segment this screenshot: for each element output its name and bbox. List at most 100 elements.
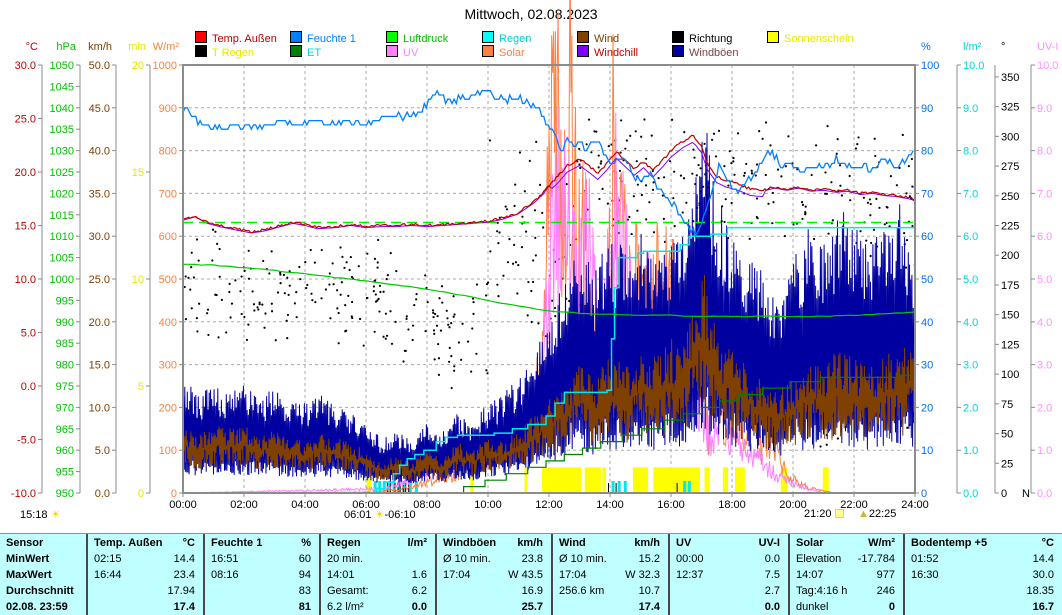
series-richtung-dot (314, 261, 316, 263)
series-richtung-dot (284, 292, 286, 294)
stat-label: 16:30 (911, 567, 939, 583)
axis-unit-temp: °C (26, 41, 38, 53)
series-richtung-dot (391, 343, 393, 345)
series-richtung-dot (767, 203, 769, 205)
axis-tick-label-min: 0 (138, 488, 144, 500)
series-richtung-dot (437, 343, 439, 345)
stat-row: Ø 10 min.15.2 (553, 551, 668, 567)
axis-tick-label-hpa: 1030 (50, 146, 74, 158)
series-richtung-dot (626, 139, 628, 141)
series-richtung-dot (906, 427, 908, 429)
series-richtung-dot (673, 171, 675, 173)
series-richtung-dot (471, 327, 473, 329)
series-richtung-dot (248, 278, 250, 280)
series-richtung-dot (211, 259, 213, 261)
series-richtung-dot (756, 197, 758, 199)
series-richtung-dot (784, 235, 786, 237)
stat-value: 94 (299, 567, 311, 583)
series-richtung-dot (472, 301, 474, 303)
stat-label: MaxWert (6, 567, 52, 583)
series-richtung-dot (438, 357, 440, 359)
stat-value: km/h (634, 534, 660, 551)
axis-tick-label-kmh: 50.0 (89, 60, 110, 72)
series-richtung-dot (485, 369, 487, 371)
axis-tick-label-lm2: 0.0 (963, 488, 978, 500)
series-richtung-dot (198, 303, 200, 305)
stat-label: 20 min. (327, 551, 363, 567)
axis-tick-label-pct: 20 (921, 402, 933, 414)
axis-tick-label-min: 5 (138, 381, 144, 393)
series-richtung-dot (472, 313, 474, 315)
series-sonnenschein (525, 467, 527, 493)
stat-value: 18.35 (1026, 583, 1054, 599)
series-richtung-dot (636, 210, 638, 212)
sunshine-end-icon (835, 509, 844, 518)
series-richtung-dot (519, 151, 521, 153)
series-sonnenschein (585, 467, 601, 493)
series-richtung-dot (402, 360, 404, 362)
stat-row: Sensor (0, 534, 86, 551)
series-richtung-dot (652, 170, 654, 172)
series-richtung-dot (347, 295, 349, 297)
axis-tick-label-wm2: 1000 (153, 60, 177, 72)
series-richtung-dot (643, 118, 645, 120)
axis-tick-label-kmh: 0.0 (95, 488, 110, 500)
series-richtung-dot (196, 330, 198, 332)
stat-value: 17.4 (174, 599, 195, 615)
axis-tick-label-deg: 250 (1001, 191, 1019, 203)
series-richtung-dot (320, 297, 322, 299)
series-richtung-dot (506, 208, 508, 210)
series-richtung-dot (448, 361, 450, 363)
series-richtung-dot (531, 321, 533, 323)
series-richtung-dot (839, 185, 841, 187)
series-richtung-dot (253, 309, 255, 311)
series-richtung-dot (486, 372, 488, 374)
stat-row: Gesamt:6.2 (321, 583, 435, 599)
series-richtung-dot (521, 216, 523, 218)
series-richtung-dot (515, 261, 517, 263)
series-richtung-dot (314, 301, 316, 303)
time-tick-label: 00:00 (169, 499, 197, 511)
axis-tick-label-wm2: 300 (159, 360, 177, 372)
stat-row: dunkel0 (790, 599, 903, 615)
series-richtung-dot (206, 312, 208, 314)
axis-tick-label-kmh: 25.0 (89, 274, 110, 286)
series-richtung-dot (619, 170, 621, 172)
series-richtung-dot (241, 313, 243, 315)
series-richtung-dot (671, 119, 673, 121)
axis-tick-label-kmh: 10.0 (89, 402, 110, 414)
series-richtung-dot (338, 342, 340, 344)
stat-value: 0.0 (765, 551, 780, 567)
stat-row: Regenl/m² (321, 534, 435, 551)
series-richtung-dot (856, 143, 858, 145)
stat-column-wind: Windkm/hØ 10 min.15.217:04W 32.3256.6 km… (551, 534, 668, 615)
axis-tick-label-lm2: 10.0 (963, 60, 984, 72)
stat-label: Feuchte 1 (211, 534, 262, 551)
series-richtung-dot (637, 184, 639, 186)
axis-tick-label-uvi: 4.0 (1037, 317, 1052, 329)
series-richtung-dot (373, 285, 375, 287)
series-richtung-dot (196, 238, 198, 240)
series-richtung-dot (878, 207, 880, 209)
series-richtung-dot (244, 270, 246, 272)
axis-tick-label-hpa: 1050 (50, 60, 74, 72)
stat-row: SolarW/m² (790, 534, 903, 551)
axis-tick-label-wm2: 700 (159, 188, 177, 200)
series-richtung-dot (801, 218, 803, 220)
series-richtung-dot (590, 151, 592, 153)
series-richtung-dot (268, 272, 270, 274)
series-richtung-dot (672, 197, 674, 199)
axis-tick-label-hpa: 1035 (50, 124, 74, 136)
axis-tick-label-hpa: 1015 (50, 210, 74, 222)
series-richtung-dot (394, 321, 396, 323)
stat-label: 02:15 (94, 551, 122, 567)
series-richtung-dot (619, 152, 621, 154)
first-sunshine-time: -06:10 (384, 509, 415, 521)
series-richtung-dot (859, 230, 861, 232)
axis-tick-label-deg: 325 (1001, 102, 1019, 114)
series-richtung-dot (813, 238, 815, 240)
stat-value: W 43.5 (508, 567, 543, 583)
series-richtung-dot (837, 138, 839, 140)
stat-label: 6.2 l/m² (327, 599, 364, 615)
series-richtung-dot (765, 174, 767, 176)
